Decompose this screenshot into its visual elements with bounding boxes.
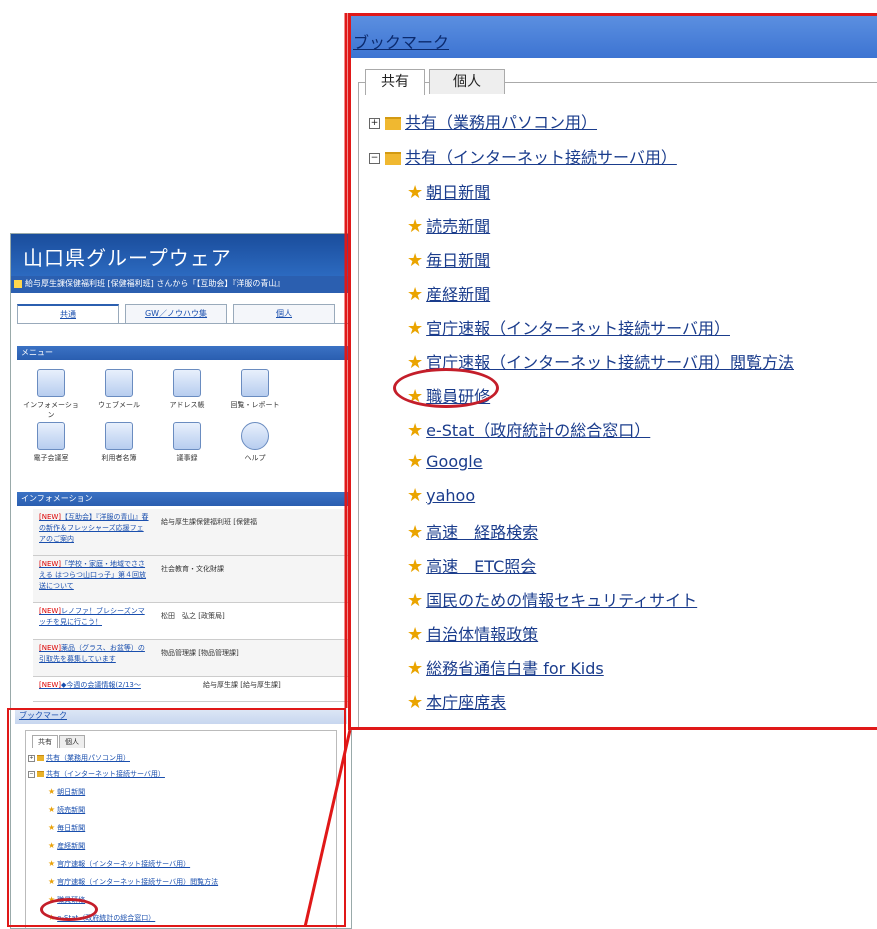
bookmark-item[interactable]: ★ yahoo	[407, 485, 475, 506]
bookmark-label[interactable]: e-Stat（政府統計の総合窓口）	[426, 421, 650, 440]
folder-icon	[385, 152, 401, 165]
bookmark-item[interactable]: ★ 高速 ETC照会	[407, 553, 536, 577]
tab-personal[interactable]: 個人	[429, 69, 505, 94]
star-icon: ★	[407, 250, 424, 271]
bookmark-label[interactable]: 官庁速報（インターネット接続サーバ用）	[426, 319, 730, 338]
folder-internet-server[interactable]: − 共有（インターネット接続サーバ用）	[369, 144, 677, 168]
bookmark-label[interactable]: 自治体情報政策	[426, 625, 538, 644]
bookmark-label[interactable]: 国民のための情報セキュリティサイト	[426, 591, 697, 610]
bookmark-panel-zoomed: ブックマーク 共有 個人 + 共有（業務用パソコン用） − 共有（インターネット接続…	[348, 13, 877, 730]
star-icon: ★	[407, 284, 424, 305]
bookmark-label[interactable]: 朝日新聞	[426, 183, 490, 202]
star-icon: ★	[407, 624, 424, 645]
bookmark-item[interactable]: ★ 産経新聞	[407, 281, 490, 305]
expand-icon[interactable]: +	[369, 118, 380, 129]
bookmark-label[interactable]: 読売新聞	[426, 217, 490, 236]
bookmark-label[interactable]: 官庁速報（インターネット接続サーバ用）閲覧方法	[426, 353, 794, 372]
star-icon: ★	[407, 556, 424, 577]
bookmark-label[interactable]: 産経新聞	[426, 285, 490, 304]
bookmark-item[interactable]: ★ 国民のための情報セキュリティサイト	[407, 587, 697, 611]
bookmark-item[interactable]: ★ 自治体情報政策	[407, 621, 538, 645]
bookmark-item[interactable]: ★ 本庁座席表	[407, 689, 506, 713]
star-icon: ★	[407, 216, 424, 237]
star-icon: ★	[407, 182, 424, 203]
bookmark-label[interactable]: Google	[426, 452, 482, 471]
bookmark-label[interactable]: 高速 経路検索	[426, 523, 538, 542]
bookmark-header: ブックマーク	[351, 16, 877, 58]
folder-business-pc[interactable]: + 共有（業務用パソコン用）	[369, 109, 597, 133]
bookmark-label[interactable]: 総務省通信白書 for Kids	[426, 659, 604, 678]
highlight-ring	[393, 368, 499, 408]
star-icon: ★	[407, 692, 424, 713]
bookmark-label[interactable]: yahoo	[426, 486, 475, 505]
folder-label[interactable]: 共有（業務用パソコン用）	[405, 113, 597, 132]
folder-icon	[385, 117, 401, 130]
bookmark-item[interactable]: ★ 毎日新聞	[407, 247, 490, 271]
tab-shared[interactable]: 共有	[365, 69, 425, 95]
bookmark-item[interactable]: ★ e-Stat（政府統計の総合窓口）	[407, 417, 650, 441]
bookmark-item[interactable]: ★ 高速 経路検索	[407, 519, 538, 543]
star-icon: ★	[407, 658, 424, 679]
bookmark-label[interactable]: 毎日新聞	[426, 251, 490, 270]
bookmark-item[interactable]: ★ 総務省通信白書 for Kids	[407, 655, 604, 679]
star-icon: ★	[407, 420, 424, 441]
star-icon: ★	[407, 451, 424, 472]
bookmark-label[interactable]: 高速 ETC照会	[426, 557, 536, 576]
bookmark-item[interactable]: ★ Google	[407, 451, 483, 472]
folder-label[interactable]: 共有（インターネット接続サーバ用）	[405, 148, 677, 167]
bookmark-title[interactable]: ブックマーク	[353, 29, 449, 53]
bookmark-item[interactable]: ★ 官庁速報（インターネット接続サーバ用）	[407, 315, 730, 339]
bookmark-item[interactable]: ★ 読売新聞	[407, 213, 490, 237]
star-icon: ★	[407, 485, 424, 506]
star-icon: ★	[407, 522, 424, 543]
bookmark-item[interactable]: ★ 朝日新聞	[407, 179, 490, 203]
star-icon: ★	[407, 590, 424, 611]
collapse-icon[interactable]: −	[369, 153, 380, 164]
star-icon: ★	[407, 318, 424, 339]
bookmark-label[interactable]: 本庁座席表	[426, 693, 506, 712]
